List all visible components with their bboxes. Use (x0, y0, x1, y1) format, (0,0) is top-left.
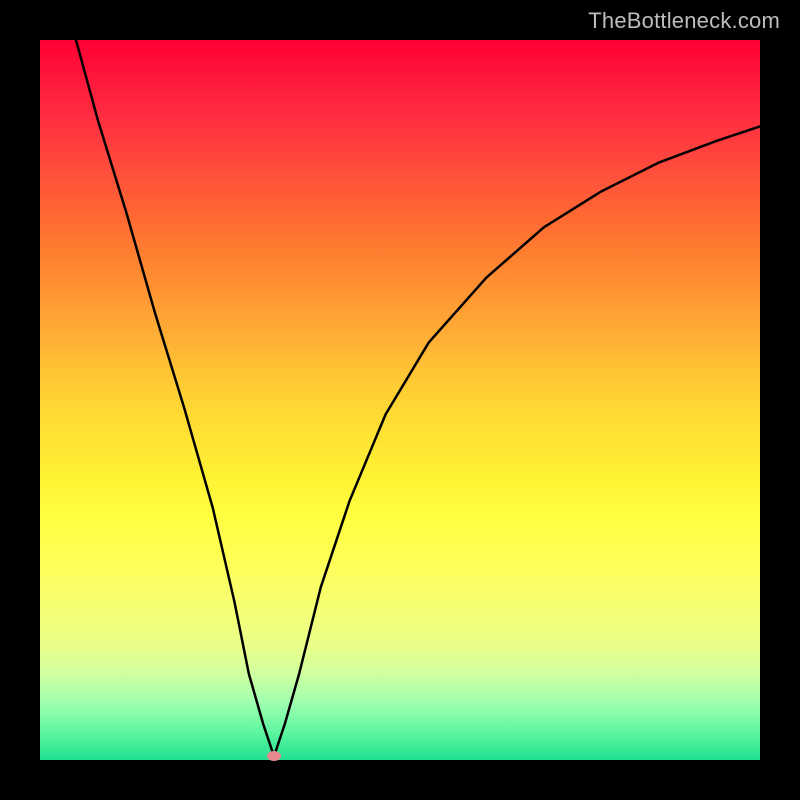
plot-area (40, 40, 760, 760)
watermark-text: TheBottleneck.com (588, 8, 780, 34)
bottleneck-curve (76, 40, 760, 756)
minimum-marker (267, 751, 281, 761)
chart-frame: TheBottleneck.com (0, 0, 800, 800)
curve-svg (40, 40, 760, 760)
